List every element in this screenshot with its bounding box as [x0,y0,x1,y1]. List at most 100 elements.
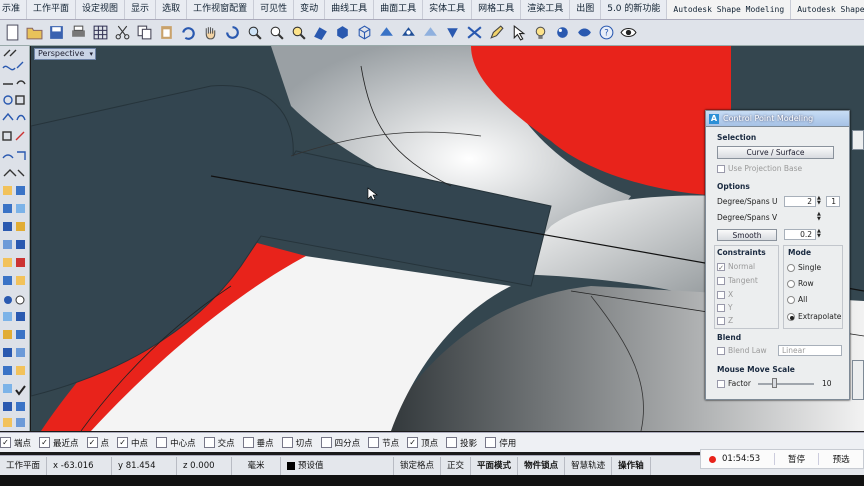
plane-view-icon[interactable] [310,23,330,43]
z-checkbox[interactable] [717,317,725,325]
tab-12[interactable]: 渲染工具 [521,0,571,19]
xray-icon[interactable] [420,23,440,43]
osnap-center[interactable]: 中心点 [156,437,196,449]
tangent-checkbox[interactable] [717,277,725,285]
copy-icon[interactable] [134,23,154,43]
mode-row-radio[interactable] [787,280,795,288]
osnap-project-checkbox[interactable] [446,437,458,448]
osnap-int[interactable]: 交点 [203,437,235,449]
paste-icon[interactable] [156,23,176,43]
osnap-end[interactable]: ✓ 端点 [0,437,31,449]
save-icon[interactable] [46,23,66,43]
tab-11[interactable]: 网格工具 [472,0,522,19]
blend-law-select[interactable]: Linear [778,345,842,356]
degree-u-spinner-icon[interactable]: ▲ ▼ [817,196,823,207]
osnap-knot-checkbox[interactable] [368,437,380,448]
degree-u-field[interactable]: 2 [784,196,816,207]
use-projection-checkbox[interactable] [717,165,725,173]
rotate-view-icon[interactable] [222,23,242,43]
normal-checkbox[interactable]: ✓ [717,263,725,272]
cplane-label[interactable]: 工作平面 [0,456,48,475]
new-file-icon[interactable] [2,23,22,43]
osnap-knot[interactable]: 节点 [368,437,399,449]
eye-icon[interactable] [618,23,638,43]
mode-single-radio[interactable] [787,264,795,272]
tab-5[interactable]: 工作视窗配置 [187,0,255,19]
tab-3[interactable]: 显示 [125,0,157,19]
tab-7[interactable]: 变动 [294,0,326,19]
osnap-tan[interactable]: 切点 [281,437,313,449]
tab-16[interactable]: Autodesk Shape Ana [791,0,864,19]
factor-checkbox[interactable] [717,380,725,388]
tab-15[interactable]: Autodesk Shape Modeling [667,0,792,19]
mode-all-radio[interactable] [787,296,795,304]
viewport-title-tab[interactable]: Perspective ▾ [34,48,96,60]
light-bulb-icon[interactable] [530,23,550,43]
osnap-point[interactable]: ✓ 点 [86,437,109,449]
pan-hand-icon[interactable] [200,23,220,43]
factor-slider-track[interactable] [758,383,814,385]
tab-8[interactable]: 曲线工具 [325,0,375,19]
mode-extrapolate-radio[interactable] [787,313,795,321]
pause-button[interactable]: 暂停 [773,453,819,465]
panel-title-bar[interactable]: Control Point Modeling [706,111,849,127]
tab-9[interactable]: 曲面工具 [374,0,424,19]
tab-6[interactable]: 可见性 [254,0,295,19]
tab-2[interactable]: 设定视图 [76,0,126,19]
osnap-mid[interactable]: ✓ 中点 [117,437,148,449]
pen-icon[interactable] [486,23,506,43]
osnap-point-checkbox[interactable]: ✓ [86,437,98,448]
y-checkbox[interactable] [717,304,725,312]
cut-icon[interactable] [112,23,132,43]
osnap-near[interactable]: ✓ 最近点 [39,437,79,449]
smooth-value-field[interactable]: 0.2 [784,229,816,240]
osnap-tan-checkbox[interactable] [281,437,293,448]
toggle-ortho[interactable]: 正交 [441,456,472,475]
dropdown-arrow-icon[interactable]: ▾ [89,49,93,59]
osnap-center-checkbox[interactable] [156,437,168,448]
side-panel-handle[interactable] [852,130,864,150]
curve-surface-button[interactable]: Curve / Surface [717,146,834,159]
x-checkbox[interactable] [717,291,725,299]
stop-button[interactable]: 预选 [818,453,863,465]
wireframe-icon[interactable] [354,23,374,43]
spans-u-field[interactable]: 1 [826,196,840,207]
osnap-perp-checkbox[interactable] [242,437,254,448]
material-icon[interactable] [552,23,572,43]
smooth-spinner-icon[interactable]: ▲ ▼ [817,229,823,240]
zoom-icon[interactable] [244,23,264,43]
osnap-near-checkbox[interactable]: ✓ [39,437,51,448]
tool-icon-column[interactable] [0,46,30,431]
tab-14[interactable]: 5.0 的新功能 [601,0,668,19]
tab-0[interactable]: 示准 [0,0,28,19]
toggle-planar[interactable]: 平面模式 [471,456,519,475]
osnap-vertex-checkbox[interactable]: ✓ [407,437,419,448]
zoom-window-icon[interactable] [266,23,286,43]
zoom-extents-icon[interactable] [288,23,308,43]
tab-1[interactable]: 工作平面 [27,0,77,19]
view-cube-icon[interactable] [332,23,352,43]
env-map-icon[interactable] [574,23,594,43]
osnap-quad-checkbox[interactable] [320,437,332,448]
tab-10[interactable]: 实体工具 [423,0,473,19]
degree-v-spinner-icon[interactable]: ▲ ▼ [817,212,823,223]
layer-selector[interactable]: 预设值 [281,456,395,475]
toggle-smarttrack[interactable]: 智慧轨迹 [565,456,613,475]
open-folder-icon[interactable] [24,23,44,43]
rendered-icon[interactable] [398,23,418,43]
undo-icon[interactable] [178,23,198,43]
grid-icon[interactable] [90,23,110,43]
help-icon[interactable]: ? [596,23,616,43]
osnap-end-checkbox[interactable]: ✓ [0,437,11,448]
tab-13[interactable]: 出图 [570,0,602,19]
osnap-vertex[interactable]: ✓ 顶点 [407,437,438,449]
osnap-disable-checkbox[interactable] [485,437,497,448]
osnap-disable[interactable]: 停用 [485,437,516,449]
print-icon[interactable] [68,23,88,43]
osnap-int-checkbox[interactable] [203,437,215,448]
toggle-osnap[interactable]: 物件锁点 [518,456,566,475]
factor-slider-thumb[interactable] [772,378,777,388]
blend-law-checkbox[interactable] [717,347,725,355]
select-icon[interactable] [508,23,528,43]
toggle-gumball[interactable]: 操作轴 [612,456,651,475]
